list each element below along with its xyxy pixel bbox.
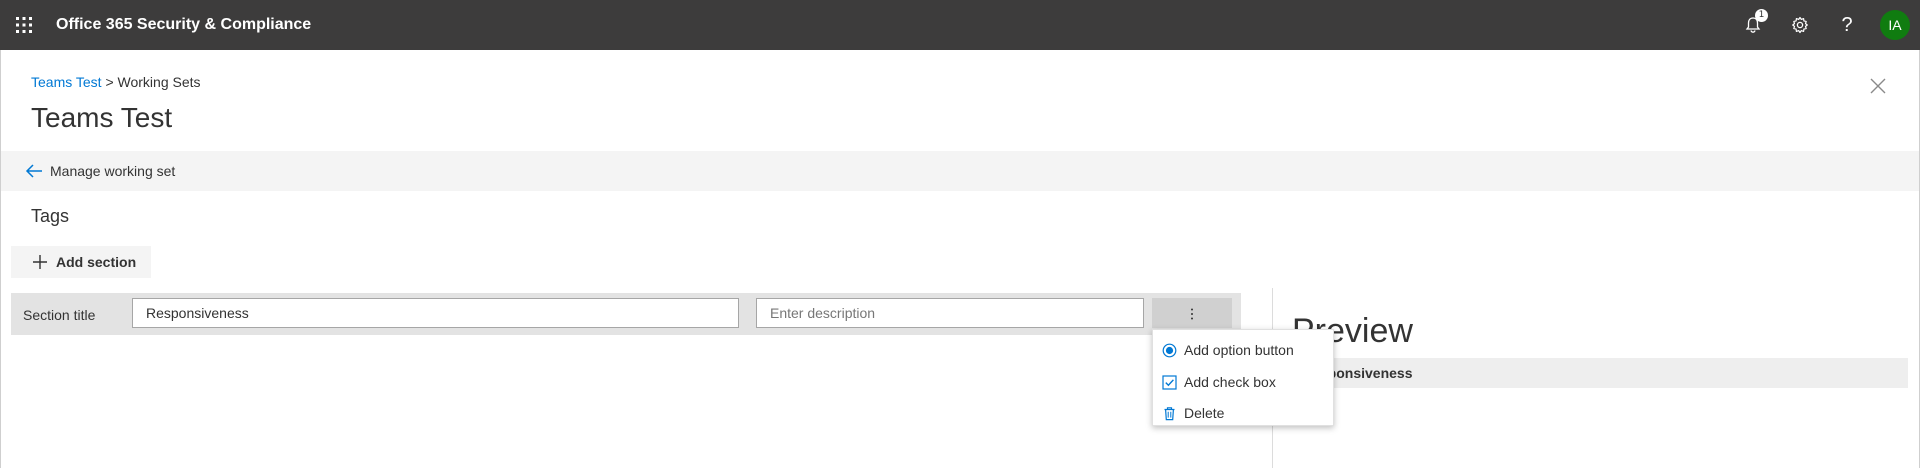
more-vertical-icon xyxy=(1189,307,1195,320)
top-navigation-bar: Office 365 Security & Compliance 1 ? IA xyxy=(0,0,1920,50)
manage-working-set-label[interactable]: Manage working set xyxy=(50,162,175,180)
section-description-input[interactable] xyxy=(756,298,1144,328)
trash-icon xyxy=(1162,406,1177,421)
notification-count-badge: 1 xyxy=(1755,9,1768,22)
section-row: Section title xyxy=(11,293,1241,335)
add-section-button[interactable]: Add section xyxy=(11,246,151,278)
panel-left-border xyxy=(0,50,1,468)
menu-item-label: Add option button xyxy=(1184,342,1294,358)
menu-item-add-check-box[interactable]: Add check box xyxy=(1153,367,1333,397)
section-options-menu: Add option button Add check box Delete xyxy=(1152,329,1334,426)
page-title: Teams Test xyxy=(31,102,173,133)
breadcrumb-link-teams-test[interactable]: Teams Test xyxy=(31,74,102,90)
settings-gear-icon[interactable] xyxy=(1787,12,1813,38)
help-glyph: ? xyxy=(1841,13,1853,36)
preview-section-bar: Responsiveness xyxy=(1292,358,1908,388)
radio-button-icon xyxy=(1162,343,1177,358)
checkbox-icon xyxy=(1162,375,1177,390)
section-title-label: Section title xyxy=(23,307,96,323)
breadcrumb-separator: > xyxy=(105,74,114,90)
user-avatar[interactable]: IA xyxy=(1880,10,1910,40)
add-section-label: Add section xyxy=(56,254,137,270)
menu-item-add-option-button[interactable]: Add option button xyxy=(1153,335,1333,365)
notifications-bell-icon[interactable]: 1 xyxy=(1740,9,1768,38)
help-icon[interactable]: ? xyxy=(1834,12,1860,38)
close-panel-icon[interactable] xyxy=(1868,76,1888,96)
tags-heading: Tags xyxy=(31,206,70,226)
breadcrumb: Teams Test > Working Sets xyxy=(31,73,201,91)
app-launcher-waffle-icon[interactable] xyxy=(13,14,35,36)
menu-item-label: Add check box xyxy=(1184,374,1276,390)
plus-icon xyxy=(32,254,48,270)
breadcrumb-current: Working Sets xyxy=(117,74,201,90)
section-title-input[interactable] xyxy=(132,298,739,328)
app-title[interactable]: Office 365 Security & Compliance xyxy=(56,14,311,36)
menu-item-label: Delete xyxy=(1184,405,1225,421)
back-arrow-icon[interactable] xyxy=(25,163,43,179)
more-options-button[interactable] xyxy=(1152,298,1232,328)
menu-item-delete[interactable]: Delete xyxy=(1153,398,1333,428)
command-bar: Manage working set xyxy=(1,151,1919,191)
